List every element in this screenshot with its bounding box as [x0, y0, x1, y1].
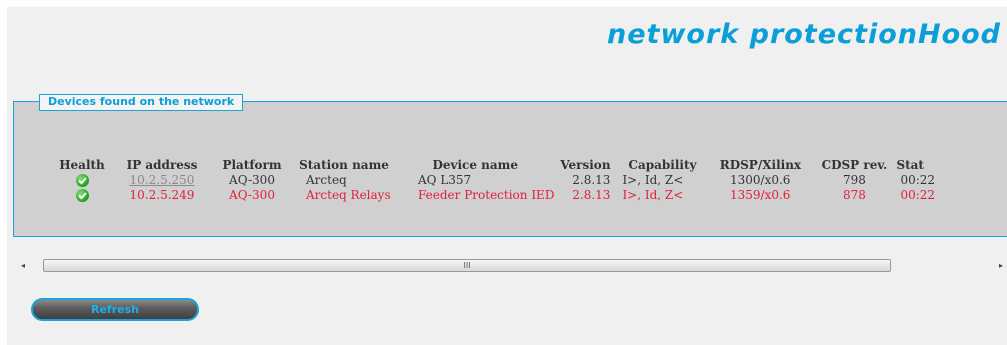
rdsp-cell: 1300/x0.6 — [730, 173, 791, 187]
column-header-version[interactable]: Version — [554, 158, 616, 173]
column-header-rdsp-xilinx[interactable]: RDSP/Xilinx — [708, 158, 812, 173]
horizontal-scrollbar[interactable]: ◂ III ▸ — [17, 259, 1007, 272]
device-name-cell: AQ L357 — [418, 173, 472, 187]
scroll-left-arrow-icon[interactable]: ◂ — [17, 259, 29, 272]
cdsp-cell: 878 — [842, 188, 866, 202]
refresh-button[interactable]: Refresh — [31, 298, 199, 321]
version-cell: 2.8.13 — [572, 188, 611, 202]
station-name-cell: Arcteq — [306, 173, 347, 187]
scroll-right-arrow-icon[interactable]: ▸ — [995, 259, 1007, 272]
column-header-ip-address[interactable]: IP address — [112, 158, 212, 173]
check-circle-icon — [75, 174, 89, 187]
station-name-cell: Arcteq Relays — [306, 188, 391, 202]
health-cell — [52, 188, 112, 203]
page: network protectionHood Devices found on … — [7, 7, 1007, 345]
column-header-device-name[interactable]: Device name — [396, 158, 554, 173]
status-cell: 00:22 — [900, 188, 936, 202]
table-header-row: Health IP address Platform Station name … — [52, 158, 956, 173]
table-row[interactable]: 10.2.5.249 AQ-300 Arcteq Relays Feeder P… — [52, 188, 956, 203]
platform-cell: AQ-300 — [229, 173, 275, 187]
column-header-station-name[interactable]: Station name — [292, 158, 396, 173]
capability-cell: I>, Id, Z< — [622, 188, 684, 202]
devices-panel-title: Devices found on the network — [39, 94, 244, 111]
brand-title: network protectionHood — [607, 19, 1001, 50]
column-header-health[interactable]: Health — [52, 158, 112, 173]
column-header-platform[interactable]: Platform — [212, 158, 292, 173]
status-cell: 00:22 — [900, 173, 936, 187]
column-header-capability[interactable]: Capability — [616, 158, 708, 173]
ip-cell: 10.2.5.250 — [112, 173, 212, 188]
device-name-cell: Feeder Protection IED — [418, 188, 555, 202]
column-header-status[interactable]: Stat — [896, 158, 956, 173]
capability-cell: I>, Id, Z< — [622, 173, 684, 187]
cdsp-cell: 798 — [842, 173, 866, 187]
ip-cell: 10.2.5.249 — [112, 188, 212, 203]
health-cell — [52, 173, 112, 188]
scrollbar-thumb[interactable]: III — [43, 259, 891, 272]
column-header-cdsp-rev[interactable]: CDSP rev. — [812, 158, 896, 173]
version-cell: 2.8.13 — [572, 173, 611, 187]
ip-address-link[interactable]: 10.2.5.250 — [130, 173, 195, 187]
platform-cell: AQ-300 — [229, 188, 275, 202]
table-row[interactable]: 10.2.5.250 AQ-300 Arcteq AQ L357 2.8.13 … — [52, 173, 956, 188]
ip-address-link[interactable]: 10.2.5.249 — [130, 188, 195, 202]
devices-table: Health IP address Platform Station name … — [52, 158, 956, 203]
check-circle-icon — [75, 189, 89, 202]
rdsp-cell: 1359/x0.6 — [730, 188, 791, 202]
